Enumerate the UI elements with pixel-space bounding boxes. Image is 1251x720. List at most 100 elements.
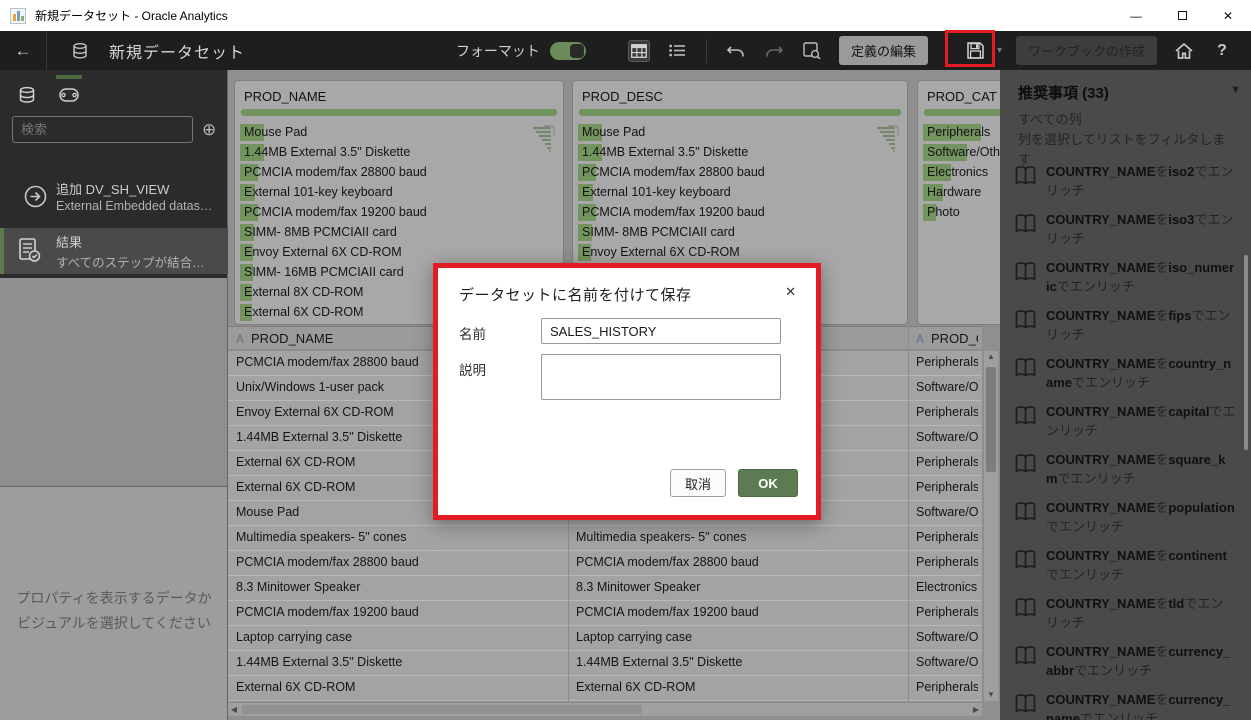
sidebar-item-add-dv-sh-view[interactable]: 追加 DV_SH_VIEW External Embedded datas… — [0, 175, 228, 221]
quality-value-label: 1.44MB External 3.5" Diskette — [582, 145, 748, 159]
search-input[interactable] — [12, 116, 193, 143]
knowledge-book-icon — [1014, 309, 1037, 335]
quality-value-row[interactable]: External 101-key keyboard — [235, 183, 563, 203]
table-cell-cat: Peripherals — [916, 480, 978, 494]
quality-value-row[interactable]: Peripherals — [918, 123, 1000, 143]
home-icon[interactable] — [1173, 40, 1195, 62]
recommendation-item[interactable]: COUNTRY_NAMEをpopulationでエンリッチ — [1000, 498, 1240, 546]
table-row[interactable]: 1.44MB External 3.5" Diskette1.44MB Exte… — [228, 651, 982, 676]
recommendation-item[interactable]: COUNTRY_NAMEをsquare_kmでエンリッチ — [1000, 450, 1240, 498]
ok-button[interactable]: OK — [738, 469, 798, 497]
scroll-left-arrow-icon[interactable]: ◀ — [228, 703, 240, 716]
dialog-title: データセットに名前を付けて保存 — [459, 284, 692, 305]
recommendation-item[interactable]: COUNTRY_NAMEをcurrency_abbrでエンリッチ — [1000, 642, 1240, 690]
quality-value-label: Mouse Pad — [244, 125, 307, 139]
quality-value-label: External 101-key keyboard — [244, 185, 393, 199]
recommendation-item[interactable]: COUNTRY_NAMEをcapitalでエンリッチ — [1000, 402, 1240, 450]
quality-value-row[interactable]: Electronics — [918, 163, 1000, 183]
table-horizontal-scrollbar[interactable]: ◀ ▶ — [228, 703, 982, 716]
quality-column-name: PROD_NAME — [244, 89, 326, 104]
grid-view-button[interactable] — [628, 40, 650, 62]
recommendation-item[interactable]: COUNTRY_NAMEをiso3でエンリッチ — [1000, 210, 1240, 258]
text-type-icon: A — [916, 332, 924, 346]
table-row[interactable]: PCMCIA modem/fax 28800 baudPCMCIA modem/… — [228, 551, 982, 576]
add-step-icon[interactable]: ⊕ — [202, 120, 216, 140]
table-cell-name: Multimedia speakers- 5" cones — [236, 530, 561, 544]
minimize-button[interactable]: — — [1113, 0, 1159, 31]
recommendation-item[interactable]: COUNTRY_NAMEをfipsでエンリッチ — [1000, 306, 1240, 354]
table-header-prod-cat[interactable]: APROD_CAT — [916, 331, 978, 346]
back-button[interactable]: ← — [0, 41, 46, 61]
table-cell-cat: Software/Other — [916, 655, 978, 669]
tab-data[interactable] — [14, 82, 40, 108]
quality-value-row[interactable]: 1.44MB External 3.5" Diskette — [235, 143, 563, 163]
active-tab-indicator — [56, 75, 82, 79]
format-toggle[interactable] — [550, 42, 586, 60]
list-view-button[interactable] — [666, 40, 688, 62]
save-dataset-dialog: データセットに名前を付けて保存 ✕ 名前 説明 取消 OK — [438, 268, 816, 515]
quality-value-row[interactable]: Photo — [918, 203, 1000, 223]
table-row[interactable]: 8.3 Minitower Speaker8.3 Minitower Speak… — [228, 576, 982, 601]
filter-funnel-icon[interactable] — [875, 125, 899, 157]
scroll-up-arrow-icon[interactable]: ▲ — [984, 351, 998, 363]
quality-value-row[interactable]: 1.44MB External 3.5" Diskette — [573, 143, 907, 163]
quality-value-row[interactable]: PCMCIA modem/fax 28800 baud — [573, 163, 907, 183]
table-row[interactable]: Laptop carrying caseLaptop carrying case… — [228, 626, 982, 651]
table-vertical-scrollbar[interactable]: ▲ ▼ — [984, 351, 998, 701]
quality-value-row[interactable]: SIMM- 8MB PCMCIAII card — [573, 223, 907, 243]
quality-value-label: Software/Other — [927, 145, 1000, 159]
quality-column-name: PROD_DESC — [582, 89, 663, 104]
recommendation-item[interactable]: COUNTRY_NAMEをiso2でエンリッチ — [1000, 162, 1240, 210]
table-row[interactable]: PCMCIA modem/fax 19200 baudPCMCIA modem/… — [228, 601, 982, 626]
edit-definition-button[interactable]: 定義の編集 — [839, 36, 928, 65]
table-cell-desc: Laptop carrying case — [576, 630, 901, 644]
quality-value-row[interactable]: Mouse Pad — [235, 123, 563, 143]
table-row[interactable]: Multimedia speakers- 5" cones Multimedia … — [228, 526, 982, 551]
recommendation-item[interactable]: COUNTRY_NAMEをcontinentでエンリッチ — [1000, 546, 1240, 594]
vertical-scroll-thumb[interactable] — [986, 367, 996, 472]
quality-value-label: Photo — [927, 205, 960, 219]
scroll-right-arrow-icon[interactable]: ▶ — [970, 703, 982, 716]
save-caret-icon[interactable]: ▾ — [997, 45, 1002, 56]
quality-value-row[interactable]: Hardware — [918, 183, 1000, 203]
filter-funnel-icon[interactable] — [531, 125, 555, 157]
recommendations-collapse-caret-icon[interactable]: ▼ — [1230, 84, 1241, 96]
quality-value-row[interactable]: Envoy External 6X CD-ROM — [573, 243, 907, 263]
inspect-icon[interactable] — [801, 40, 823, 62]
table-cell-cat: Electronics — [916, 580, 978, 594]
close-button[interactable]: ✕ — [1205, 0, 1251, 31]
recommendation-item[interactable]: COUNTRY_NAMEをcurrency_nameでエンリッチ — [1000, 690, 1240, 720]
cancel-button[interactable]: 取消 — [670, 469, 726, 497]
dataset-name-field[interactable] — [541, 318, 781, 344]
help-icon[interactable]: ? — [1211, 40, 1233, 62]
quality-value-row[interactable]: Mouse Pad — [573, 123, 907, 143]
table-cell-desc: Multimedia speakers- 5" cones — [576, 530, 901, 544]
quality-value-row[interactable]: SIMM- 8MB PCMCIAII card — [235, 223, 563, 243]
quality-value-label: External 101-key keyboard — [582, 185, 731, 199]
undo-icon[interactable] — [725, 40, 747, 62]
quality-value-row[interactable]: PCMCIA modem/fax 19200 baud — [235, 203, 563, 223]
table-row[interactable]: External 6X CD-ROMExternal 6X CD-ROMPeri… — [228, 676, 982, 701]
quality-value-row[interactable]: External 101-key keyboard — [573, 183, 907, 203]
quality-value-row[interactable]: PCMCIA modem/fax 19200 baud — [573, 203, 907, 223]
dataset-icon — [69, 40, 91, 62]
maximize-button[interactable] — [1159, 0, 1205, 31]
table-cell-cat: Peripherals — [916, 605, 978, 619]
recommendation-item[interactable]: COUNTRY_NAMEをcountry_nameでエンリッチ — [1000, 354, 1240, 402]
dataset-description-field[interactable] — [541, 354, 781, 400]
sidebar-item-result[interactable]: 結果 すべてのステップが結合… — [0, 228, 228, 274]
tab-diagram[interactable] — [56, 82, 82, 108]
recommendation-label: COUNTRY_NAMEをfipsでエンリッチ — [1046, 306, 1236, 344]
recommendation-item[interactable]: COUNTRY_NAMEをtldでエンリッチ — [1000, 594, 1240, 642]
dialog-close-icon[interactable]: ✕ — [785, 284, 796, 300]
recommendation-item[interactable]: COUNTRY_NAMEをiso_numericでエンリッチ — [1000, 258, 1240, 306]
quality-value-row[interactable]: PCMCIA modem/fax 28800 baud — [235, 163, 563, 183]
step-subtitle: すべてのステップが結合… — [56, 252, 205, 271]
quality-value-row[interactable]: Envoy External 6X CD-ROM — [235, 243, 563, 263]
horizontal-scroll-thumb[interactable] — [242, 705, 642, 714]
redo-icon[interactable] — [763, 40, 785, 62]
quality-value-row[interactable]: Software/Other — [918, 143, 1000, 163]
recommendations-scrollbar[interactable] — [1244, 255, 1248, 450]
scroll-down-arrow-icon[interactable]: ▼ — [984, 689, 998, 701]
table-cell-cat: Software/Other — [916, 430, 978, 444]
